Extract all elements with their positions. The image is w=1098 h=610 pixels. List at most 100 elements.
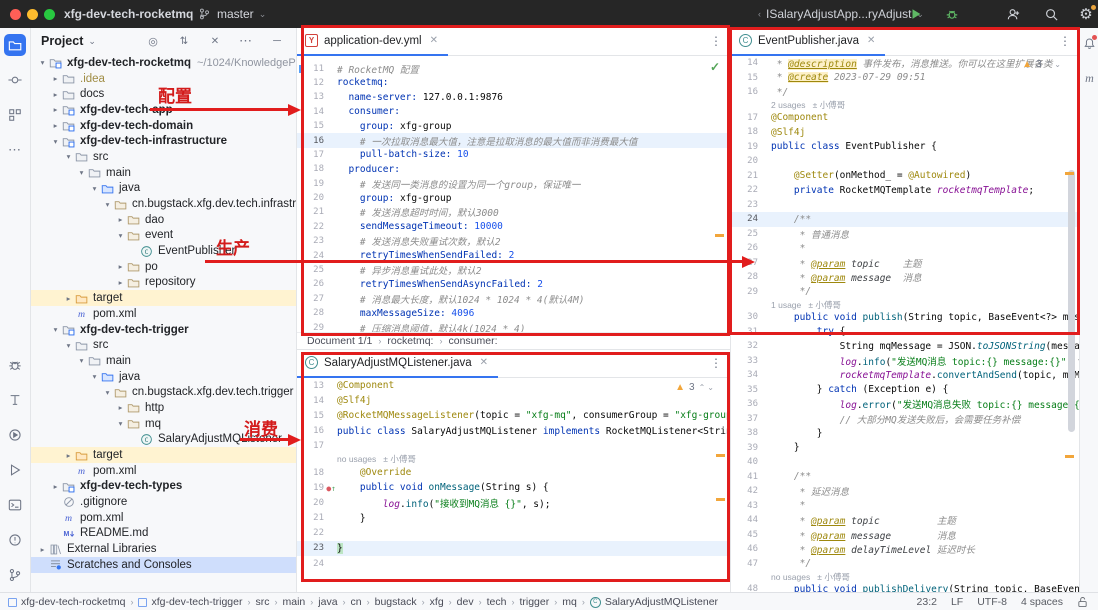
- code-line[interactable]: 37 // 大部分MQ发送失败后，会需要任务补偿: [731, 412, 1079, 427]
- tree-item-dao[interactable]: ▸dao: [31, 212, 296, 228]
- code-line[interactable]: 25 # 异步消息重试此处，默认2: [297, 263, 730, 277]
- breadcrumb-item[interactable]: trigger: [519, 596, 549, 608]
- code-line[interactable]: 32 String mqMessage = JSON.toJSONString(…: [731, 339, 1079, 354]
- tree-item--idea[interactable]: ▸.idea: [31, 71, 296, 87]
- project-folder-icon[interactable]: [4, 34, 26, 56]
- code-line[interactable]: 35 } catch (Exception e) {: [731, 383, 1079, 398]
- caret-position[interactable]: 23:2: [917, 596, 937, 608]
- chevron-down-icon[interactable]: ▾: [115, 231, 126, 240]
- add-user-icon[interactable]: [1002, 3, 1024, 25]
- code-line[interactable]: 25 * 普通消息: [731, 227, 1079, 242]
- yaml-code-area[interactable]: 1011# RocketMQ 配置12rocketmq:13 name-serv…: [297, 56, 730, 345]
- yaml-breadcrumbs[interactable]: Document 1/1›rocketmq:›consumer:: [297, 332, 730, 349]
- chevron-right-icon[interactable]: ▸: [115, 403, 126, 412]
- breadcrumb-item[interactable]: dev: [457, 596, 474, 608]
- build-icon[interactable]: [4, 389, 26, 411]
- code-line[interactable]: 38 }: [731, 426, 1079, 441]
- code-line[interactable]: 42 * 延迟消息: [731, 484, 1079, 499]
- code-line[interactable]: 43 *: [731, 499, 1079, 514]
- play-icon[interactable]: [905, 3, 927, 25]
- indent-setting[interactable]: 4 spaces: [1021, 596, 1063, 608]
- code-inlay-hint[interactable]: no usages ± 小傅哥: [731, 571, 1079, 582]
- chevron-right-icon[interactable]: ▸: [37, 545, 48, 554]
- tab-application-dev-yml[interactable]: Y application-dev.yml ✕: [297, 28, 448, 56]
- code-line[interactable]: 15 group: xfg-group: [297, 119, 730, 133]
- tree-item-eventpublisher[interactable]: CEventPublisher: [31, 243, 296, 259]
- code-line[interactable]: 23 # 发送消息失败重试次数，默认2: [297, 234, 730, 248]
- tree-item-docs[interactable]: ▸docs: [31, 86, 296, 102]
- code-line[interactable]: 16public class SalaryAdjustMQListener im…: [297, 424, 730, 439]
- code-line[interactable]: 27 # 消息最大长度，默认1024 * 1024 * 4(默认4M): [297, 292, 730, 306]
- code-line[interactable]: 16 */: [731, 85, 1079, 100]
- tree-item-xfg-dev-tech-domain[interactable]: ▸xfg-dev-tech-domain: [31, 118, 296, 134]
- breadcrumb-item[interactable]: tech: [487, 596, 507, 608]
- code-line[interactable]: 17@Component: [731, 111, 1079, 126]
- code-line[interactable]: 15@RocketMQMessageListener(topic = "xfg-…: [297, 408, 730, 423]
- search-icon[interactable]: [1040, 3, 1062, 25]
- code-line[interactable]: 28 maxMessageSize: 4096: [297, 306, 730, 320]
- tree-item-cn-bugstack-xfg-dev-tech-infrastructure[interactable]: ▾cn.bugstack.xfg.dev.tech.infrastructure: [31, 196, 296, 212]
- chevron-down-icon[interactable]: ▾: [37, 58, 48, 67]
- code-line[interactable]: 48 public void publishDelivery(String to…: [731, 582, 1079, 592]
- code-line[interactable]: 14 consumer:: [297, 105, 730, 119]
- code-line[interactable]: 16 # 一次拉取消息最大值，注意是拉取消息的最大值而非消费最大值: [297, 133, 730, 147]
- code-line[interactable]: 31 try {: [731, 325, 1079, 340]
- code-line[interactable]: 14@Slf4j: [297, 393, 730, 408]
- chevron-down-icon[interactable]: ▾: [102, 388, 113, 397]
- run-icon[interactable]: [4, 459, 26, 481]
- code-line[interactable]: 39 }: [731, 441, 1079, 456]
- code-line[interactable]: 12rocketmq:: [297, 76, 730, 90]
- yaml-breadcrumb-item[interactable]: rocketmq:: [387, 335, 433, 347]
- git-branch-icon[interactable]: [4, 564, 26, 586]
- breadcrumb-item[interactable]: xfg-dev-tech-trigger: [138, 596, 242, 608]
- tree-item-http[interactable]: ▸http: [31, 400, 296, 416]
- chevron-right-icon[interactable]: ▸: [115, 278, 126, 287]
- run-configuration-widget[interactable]: ‹ ISalaryAdjustApp...ryAdjust ⌄: [758, 0, 924, 28]
- more-dots-icon[interactable]: ⋮: [1059, 34, 1071, 48]
- tree-item-target[interactable]: ▸target: [31, 447, 296, 463]
- override-method-gutter-icon[interactable]: ●↑: [326, 484, 336, 493]
- line-separator[interactable]: LF: [951, 596, 963, 608]
- code-line[interactable]: 45 * @param message 消息: [731, 528, 1079, 543]
- more-dots-icon[interactable]: ⋮: [710, 356, 722, 370]
- code-line[interactable]: 22 private RocketMQTemplate rocketmqTemp…: [731, 183, 1079, 198]
- more-dots-icon[interactable]: ⋯: [4, 139, 26, 161]
- chevron-down-icon[interactable]: ▾: [63, 341, 74, 350]
- code-line[interactable]: 21 }: [297, 511, 730, 526]
- code-inlay-hint[interactable]: 1 usage ± 小傅哥: [731, 299, 1079, 310]
- tree-item-external-libraries[interactable]: ▸External Libraries: [31, 541, 296, 557]
- code-line[interactable]: 24 /**: [731, 212, 1079, 227]
- code-line[interactable]: 17: [297, 439, 730, 454]
- inspections-ok-icon[interactable]: ✓: [710, 60, 720, 74]
- chevron-right-icon[interactable]: ▸: [50, 121, 61, 130]
- chevron-right-icon[interactable]: ▸: [115, 215, 126, 224]
- tree-item-pom-xml[interactable]: mpom.xml: [31, 463, 296, 479]
- tree-item-xfg-dev-tech-rocketmq[interactable]: ▾xfg-dev-tech-rocketmq~/1024/KnowledgePl…: [31, 55, 296, 71]
- close-icon[interactable]: ✕: [430, 35, 438, 46]
- code-line[interactable]: 19 # 发送同一类消息的设置为同一个group，保证唯一: [297, 177, 730, 191]
- code-line[interactable]: 23}: [297, 541, 730, 556]
- code-inlay-hint[interactable]: 2 usages ± 小傅哥: [731, 100, 1079, 111]
- code-line[interactable]: 40: [731, 455, 1079, 470]
- chevron-down-icon[interactable]: ▾: [89, 184, 100, 193]
- tree-item-scratches-and-consoles[interactable]: Scratches and Consoles: [31, 557, 296, 573]
- breadcrumb-item[interactable]: java: [318, 596, 337, 608]
- chevron-down-icon[interactable]: ▾: [102, 200, 113, 209]
- tree-item-pom-xml[interactable]: mpom.xml: [31, 306, 296, 322]
- code-line[interactable]: 19public class EventPublisher {: [731, 140, 1079, 155]
- chevron-right-icon[interactable]: ▸: [50, 105, 61, 114]
- chevron-down-icon[interactable]: ▾: [63, 152, 74, 161]
- settings-gear-icon[interactable]: ⚙: [1078, 6, 1094, 22]
- code-line[interactable]: 41 /**: [731, 470, 1079, 485]
- code-line[interactable]: 26 retryTimesWhenSendAsyncFailed: 2: [297, 277, 730, 291]
- code-line[interactable]: 47 */: [731, 557, 1079, 572]
- chevron-down-icon[interactable]: ▾: [76, 168, 87, 177]
- tree-item--gitignore[interactable]: .gitignore: [31, 494, 296, 510]
- tree-item-readme-md[interactable]: MREADME.md: [31, 526, 296, 542]
- code-line[interactable]: 44 * @param topic 主题: [731, 513, 1079, 528]
- breadcrumb-item[interactable]: main: [283, 596, 306, 608]
- code-line[interactable]: 20: [731, 154, 1079, 169]
- code-line[interactable]: 18@Slf4j: [731, 125, 1079, 140]
- warnings-badge[interactable]: ▲ 3 ⌃⌄: [1022, 59, 1063, 70]
- code-line[interactable]: 18 producer:: [297, 162, 730, 176]
